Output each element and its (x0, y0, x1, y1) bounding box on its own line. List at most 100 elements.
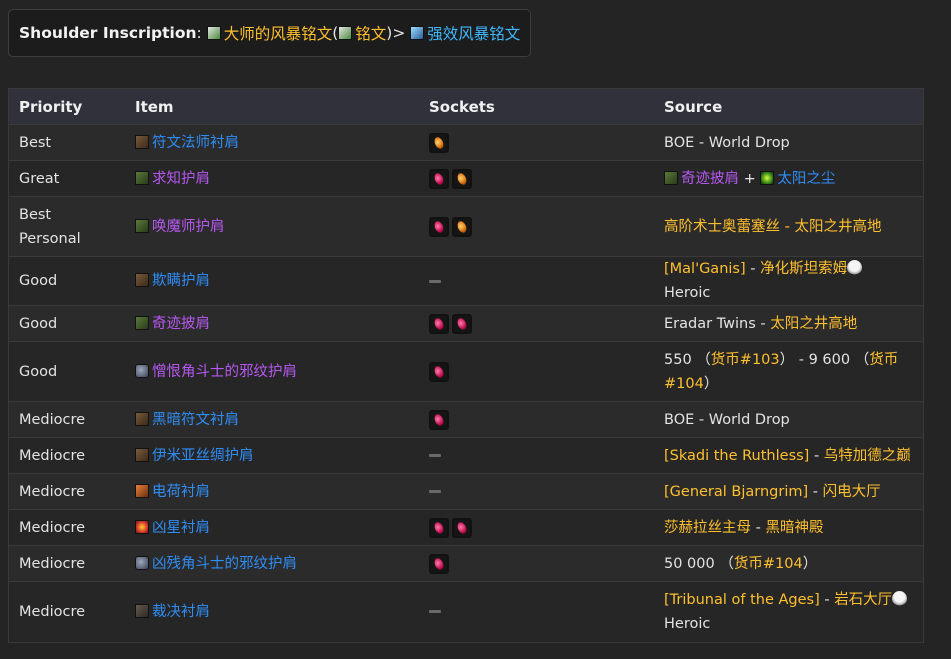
source-link[interactable]: [General Bjarngrim] (664, 484, 808, 500)
source-text: ） (802, 555, 818, 572)
orange-socket-icon[interactable] (452, 168, 472, 189)
item-cell: 憎恨角斗士的邪纹护肩 (125, 341, 419, 402)
item-link[interactable]: 黑暗符文衬肩 (152, 412, 239, 428)
source-link[interactable]: 高阶术士奥蕾塞丝 - 太阳之井高地 (664, 219, 881, 235)
orange-socket-icon[interactable] (429, 132, 449, 153)
arrow-separator: > (392, 24, 406, 42)
shoulder-armor-icon[interactable] (135, 483, 149, 498)
source-link[interactable]: 太阳之井高地 (770, 316, 857, 332)
item-cell: 欺瞒护肩 (125, 256, 419, 306)
shoulder-armor-icon[interactable] (135, 555, 149, 570)
table-row: Mediocre 凶星衬肩 莎赫拉丝主母 - 黑暗神殿 (9, 509, 923, 546)
source-cell: 奇迹披肩 + 太阳之尘 (654, 160, 923, 197)
source-link[interactable]: 乌特加德之巅 (824, 448, 911, 464)
source-text: - (819, 591, 835, 608)
alt-inscription-link[interactable]: 铭文 (355, 22, 386, 44)
source-link[interactable]: 净化斯坦索姆 (760, 261, 847, 277)
item-link[interactable]: 电荷衬肩 (152, 484, 210, 500)
priority-cell: Good (9, 256, 125, 306)
item-link[interactable]: 凶星衬肩 (152, 520, 210, 536)
source-link[interactable]: 莎赫拉丝主母 (664, 520, 751, 536)
sun-dust-icon[interactable] (760, 170, 775, 185)
item-link[interactable]: 奇迹披肩 (152, 316, 210, 332)
red-socket-icon[interactable] (452, 517, 472, 538)
shoulder-armor-icon[interactable] (135, 363, 149, 378)
red-socket-icon[interactable] (429, 168, 449, 189)
item-link[interactable]: 裁决衬肩 (152, 604, 210, 620)
source-link[interactable]: 岩石大厅 (834, 592, 892, 608)
source-text: - (745, 261, 761, 277)
shoulder-armor-icon[interactable] (135, 315, 149, 330)
shoulder-armor-icon[interactable] (135, 519, 149, 534)
header-item: Item (125, 89, 419, 125)
scroll-icon (206, 26, 221, 40)
no-sockets-dash (429, 610, 441, 614)
table-row: Good 奇迹披肩 Eradar Twins - 太阳之井高地 (9, 305, 923, 342)
item-link[interactable]: 凶残角斗士的邪纹护肩 (152, 556, 297, 572)
priority-cell: Mediocre (9, 437, 125, 474)
priority-cell: Mediocre (9, 509, 125, 546)
shoulder-armor-icon[interactable] (135, 273, 149, 287)
item-link[interactable]: 憎恨角斗士的邪纹护肩 (152, 364, 297, 380)
item-link[interactable]: 欺瞒护肩 (152, 273, 210, 289)
source-cell: [Tribunal of the Ages] - 岩石大厅 Heroic (654, 581, 923, 642)
sockets-cell (419, 401, 654, 438)
source-link[interactable]: 黑暗神殿 (765, 520, 823, 536)
source-link[interactable]: 奇迹披肩 (681, 171, 739, 187)
red-socket-icon[interactable] (429, 409, 449, 430)
scroll-icon (410, 26, 425, 40)
priority-cell: Mediocre (9, 581, 125, 642)
red-socket-icon[interactable] (429, 553, 449, 574)
source-cell: BOE - World Drop (654, 124, 923, 161)
upgrade-inscription-link[interactable]: 强效风暴铭文 (427, 22, 520, 44)
source-text: BOE - World Drop (664, 134, 790, 151)
source-link[interactable]: [Skadi the Ruthless] (664, 448, 809, 464)
priority-cell: Great (9, 160, 125, 197)
table-header: Priority Item Sockets Source (9, 89, 923, 125)
shoulder-armor-icon[interactable] (664, 170, 678, 185)
red-socket-icon[interactable] (429, 517, 449, 538)
shoulder-armor-icon[interactable] (135, 411, 149, 426)
item-link[interactable]: 唤魔师护肩 (152, 219, 225, 235)
priority-cell: Mediocre (9, 473, 125, 510)
source-link[interactable]: 太阳之尘 (777, 171, 835, 187)
source-text: 550 （ (664, 351, 711, 368)
orange-socket-icon[interactable] (452, 216, 472, 237)
table-row: Mediocre 电荷衬肩 [General Bjarngrim] - 闪电大厅 (9, 473, 923, 510)
master-inscription-link[interactable]: 大师的风暴铭文 (224, 22, 333, 44)
red-socket-icon[interactable] (429, 216, 449, 237)
priority-cell: Mediocre (9, 401, 125, 438)
item-cell: 符文法师衬肩 (125, 124, 419, 161)
source-link[interactable]: 闪电大厅 (823, 484, 881, 500)
sockets-cell (419, 124, 654, 161)
shoulder-armor-icon[interactable] (135, 170, 149, 185)
source-link[interactable]: [Tribunal of the Ages] (664, 592, 820, 608)
item-cell: 凶星衬肩 (125, 509, 419, 546)
item-cell: 伊米亚丝绸护肩 (125, 437, 419, 474)
red-socket-icon[interactable] (429, 313, 449, 334)
priority-cell: Good (9, 305, 125, 342)
item-cell: 凶残角斗士的邪纹护肩 (125, 545, 419, 582)
shoulder-armor-icon[interactable] (135, 218, 149, 233)
source-link[interactable]: 货币#104 (734, 556, 803, 572)
red-socket-icon[interactable] (429, 361, 449, 382)
item-link[interactable]: 伊米亚丝绸护肩 (152, 448, 254, 464)
source-link[interactable]: 货币#103 (711, 352, 780, 368)
shoulder-armor-icon[interactable] (135, 603, 149, 618)
table-row: Best Personal 唤魔师护肩 高阶术士奥蕾塞丝 - 太阳之井高地 (9, 196, 923, 257)
source-text: Heroic (664, 285, 711, 301)
source-text: - (808, 483, 823, 500)
item-cell: 电荷衬肩 (125, 473, 419, 510)
source-link[interactable]: [Mal'Ganis] (664, 261, 746, 277)
table-row: Mediocre 黑暗符文衬肩 BOE - World Drop (9, 401, 923, 438)
item-link[interactable]: 求知护肩 (152, 171, 210, 187)
shoulder-armor-icon[interactable] (135, 447, 149, 462)
source-text: BOE - World Drop (664, 411, 790, 428)
red-socket-icon[interactable] (452, 313, 472, 334)
shoulder-armor-icon[interactable] (135, 134, 149, 149)
source-cell: [Mal'Ganis] - 净化斯坦索姆 Heroic (654, 256, 923, 306)
item-cell: 黑暗符文衬肩 (125, 401, 419, 438)
item-link[interactable]: 符文法师衬肩 (152, 135, 239, 151)
priority-cell: Good (9, 341, 125, 402)
sockets-cell (419, 196, 654, 257)
